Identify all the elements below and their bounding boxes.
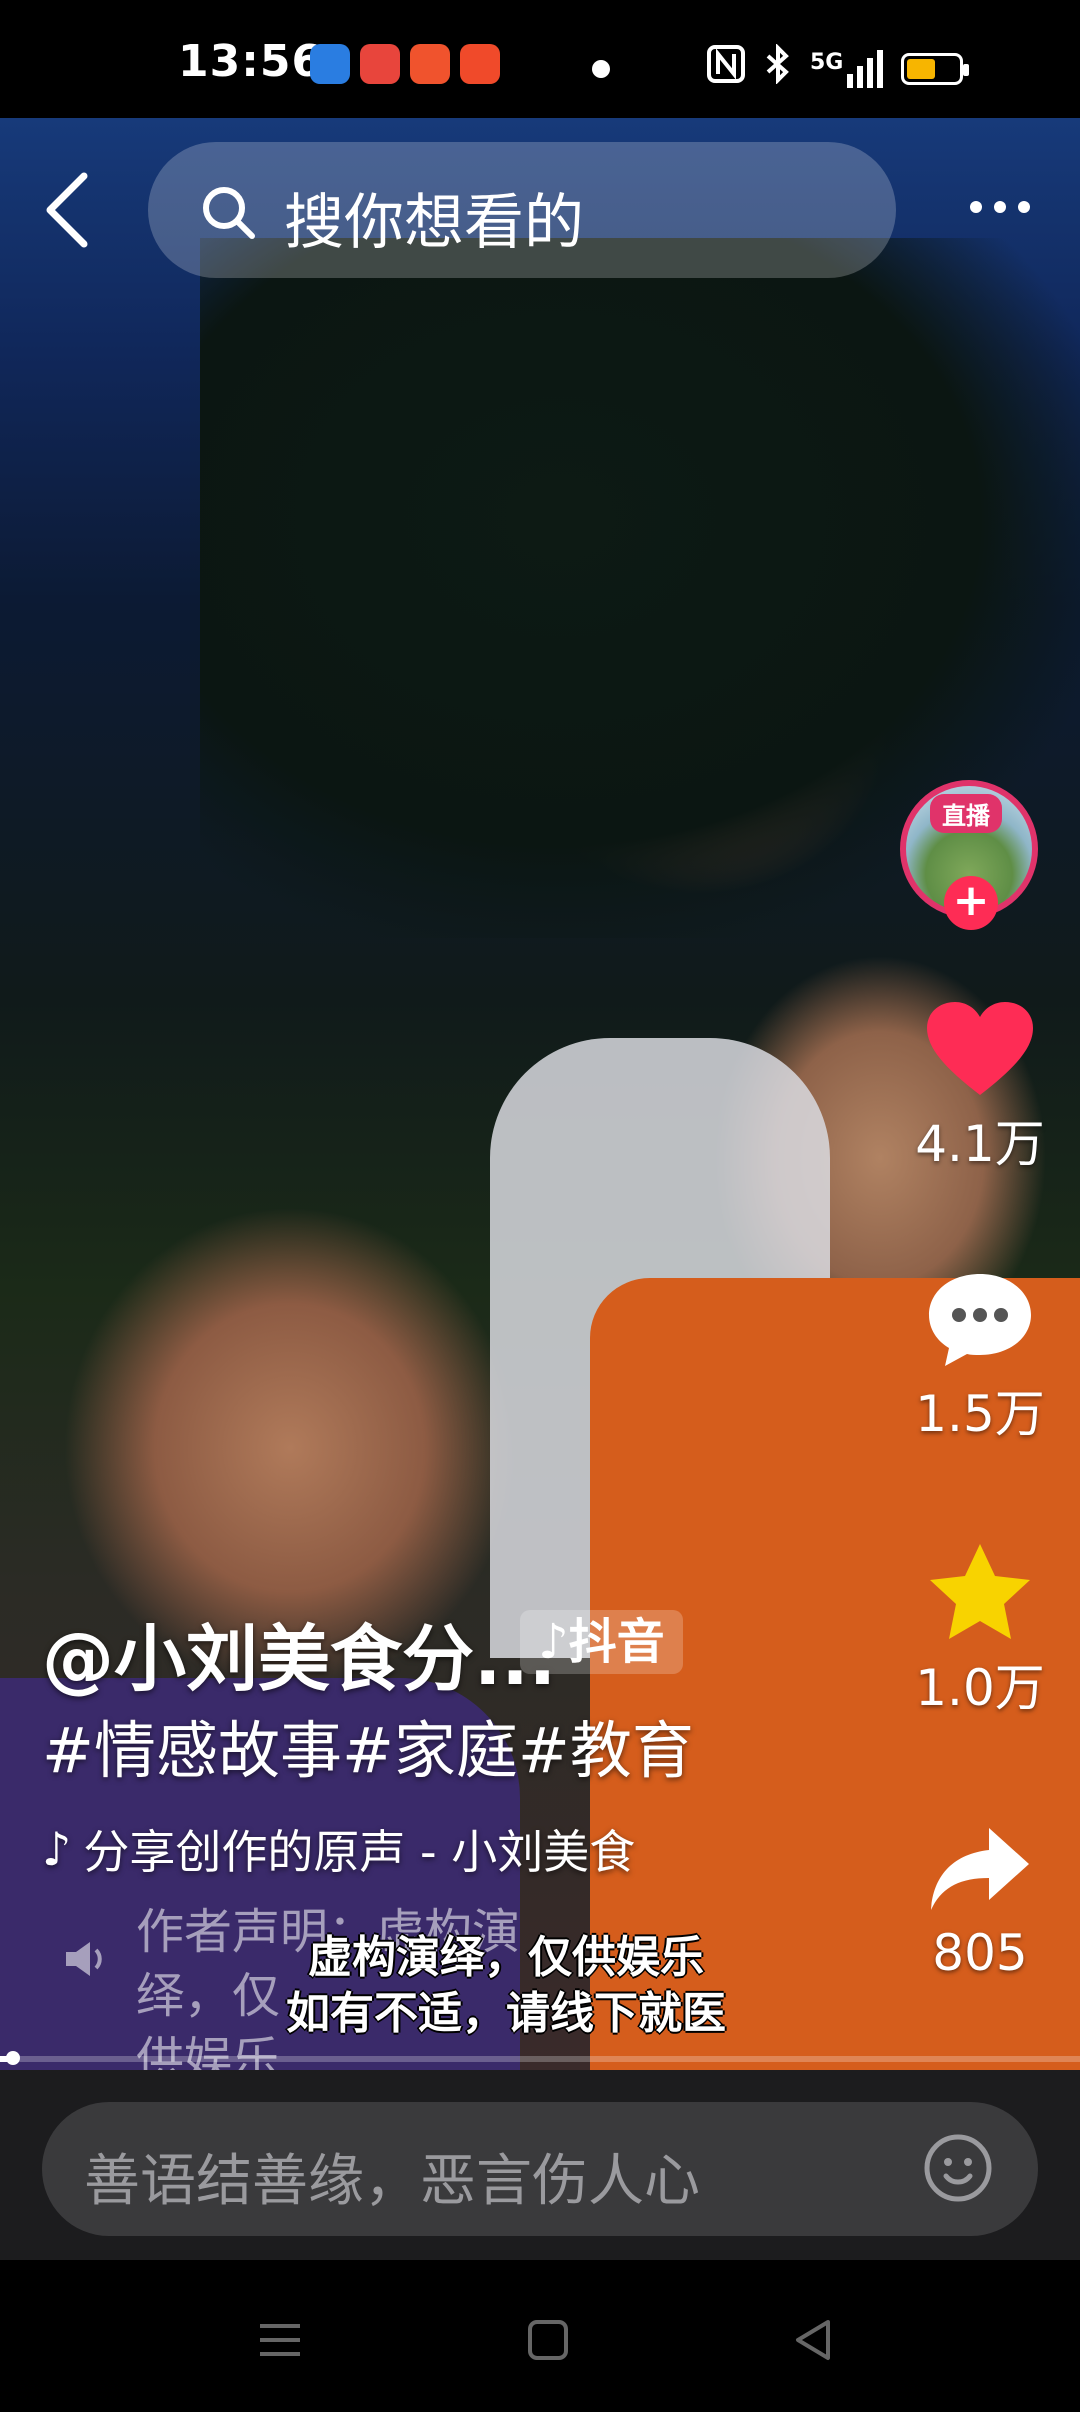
speaker-icon xyxy=(66,1942,102,1976)
search-bar[interactable]: 搜你想看的 xyxy=(148,142,896,278)
subtitle-line-2: 如有不适，请线下就医 xyxy=(286,1988,726,2039)
top-bar: 搜你想看的 xyxy=(0,140,1080,280)
video-subtitle: 虚构演绎，仅供娱乐 如有不适，请线下就医 xyxy=(286,1930,726,2042)
platform-tag: ♪抖音 xyxy=(520,1610,683,1674)
hashtags[interactable]: #情感故事#家庭#教育 xyxy=(42,1700,694,1790)
music-note-icon: ♪ xyxy=(538,1614,569,1670)
live-badge: 直播 xyxy=(930,794,1002,833)
notification-icons xyxy=(310,44,500,84)
music-note-icon: ♪ xyxy=(42,1822,72,1876)
author-name[interactable]: @小刘美食分... xyxy=(42,1600,556,1705)
follow-button[interactable]: + xyxy=(944,876,998,930)
video-app-icon xyxy=(460,44,500,84)
search-placeholder: 搜你想看的 xyxy=(284,188,584,258)
signal-icon: 5G xyxy=(810,49,884,88)
battery-icon xyxy=(901,52,970,85)
browser-app-icon xyxy=(310,44,350,84)
status-bar: 13:56 5G xyxy=(0,0,1080,118)
music-info[interactable]: ♪ 分享创作的原声 - 小刘美食 xyxy=(42,1816,635,1882)
star-icon xyxy=(930,1544,1030,1639)
subtitle-line-1: 虚构演绎，仅供娱乐 xyxy=(308,1932,704,1983)
system-icons: 5G xyxy=(706,43,970,93)
comment-bubble-icon xyxy=(929,1274,1031,1366)
progress-knob[interactable] xyxy=(6,2051,20,2065)
back-triangle-icon[interactable] xyxy=(784,2310,844,2370)
music-title: 分享创作的原声 - 小刘美食 xyxy=(83,1825,636,1879)
like-count: 4.1万 xyxy=(915,1115,1045,1173)
nfc-icon xyxy=(706,44,746,93)
share-button[interactable]: 805 xyxy=(900,1820,1060,1982)
clock: 13:56 xyxy=(178,36,324,87)
comment-placeholder: 善语结善缘，恶言伤人心 xyxy=(84,2149,700,2214)
heart-icon xyxy=(927,1002,1033,1095)
share-count: 805 xyxy=(932,1924,1028,1982)
favorite-button[interactable]: 1.0万 xyxy=(900,1540,1060,1720)
notification-dot-icon xyxy=(592,60,610,78)
favorite-count: 1.0万 xyxy=(915,1659,1045,1717)
like-button[interactable]: 4.1万 xyxy=(900,1000,1060,1176)
home-square-icon[interactable] xyxy=(518,2310,578,2370)
menu-icon[interactable] xyxy=(250,2310,310,2370)
emoji-icon[interactable] xyxy=(922,2132,994,2204)
share-arrow-icon xyxy=(931,1828,1029,1910)
back-button[interactable] xyxy=(40,170,100,250)
platform-tag-label: 抖音 xyxy=(568,1614,665,1670)
comment-area: 善语结善缘，恶言伤人心 xyxy=(0,2070,1080,2260)
deals-app-icon xyxy=(410,44,450,84)
system-nav-bar xyxy=(0,2260,1080,2412)
bluetooth-icon xyxy=(764,43,792,93)
comment-count: 1.5万 xyxy=(915,1385,1045,1443)
shopping-app-icon xyxy=(360,44,400,84)
chevron-left-icon xyxy=(46,172,88,248)
network-type: 5G xyxy=(810,49,844,75)
comment-button[interactable]: 1.5万 xyxy=(900,1270,1060,1446)
search-icon xyxy=(203,187,255,239)
more-options-icon[interactable] xyxy=(968,192,1032,222)
comment-input[interactable]: 善语结善缘，恶言伤人心 xyxy=(42,2102,1038,2236)
video-progress-bar[interactable] xyxy=(0,2051,1080,2065)
